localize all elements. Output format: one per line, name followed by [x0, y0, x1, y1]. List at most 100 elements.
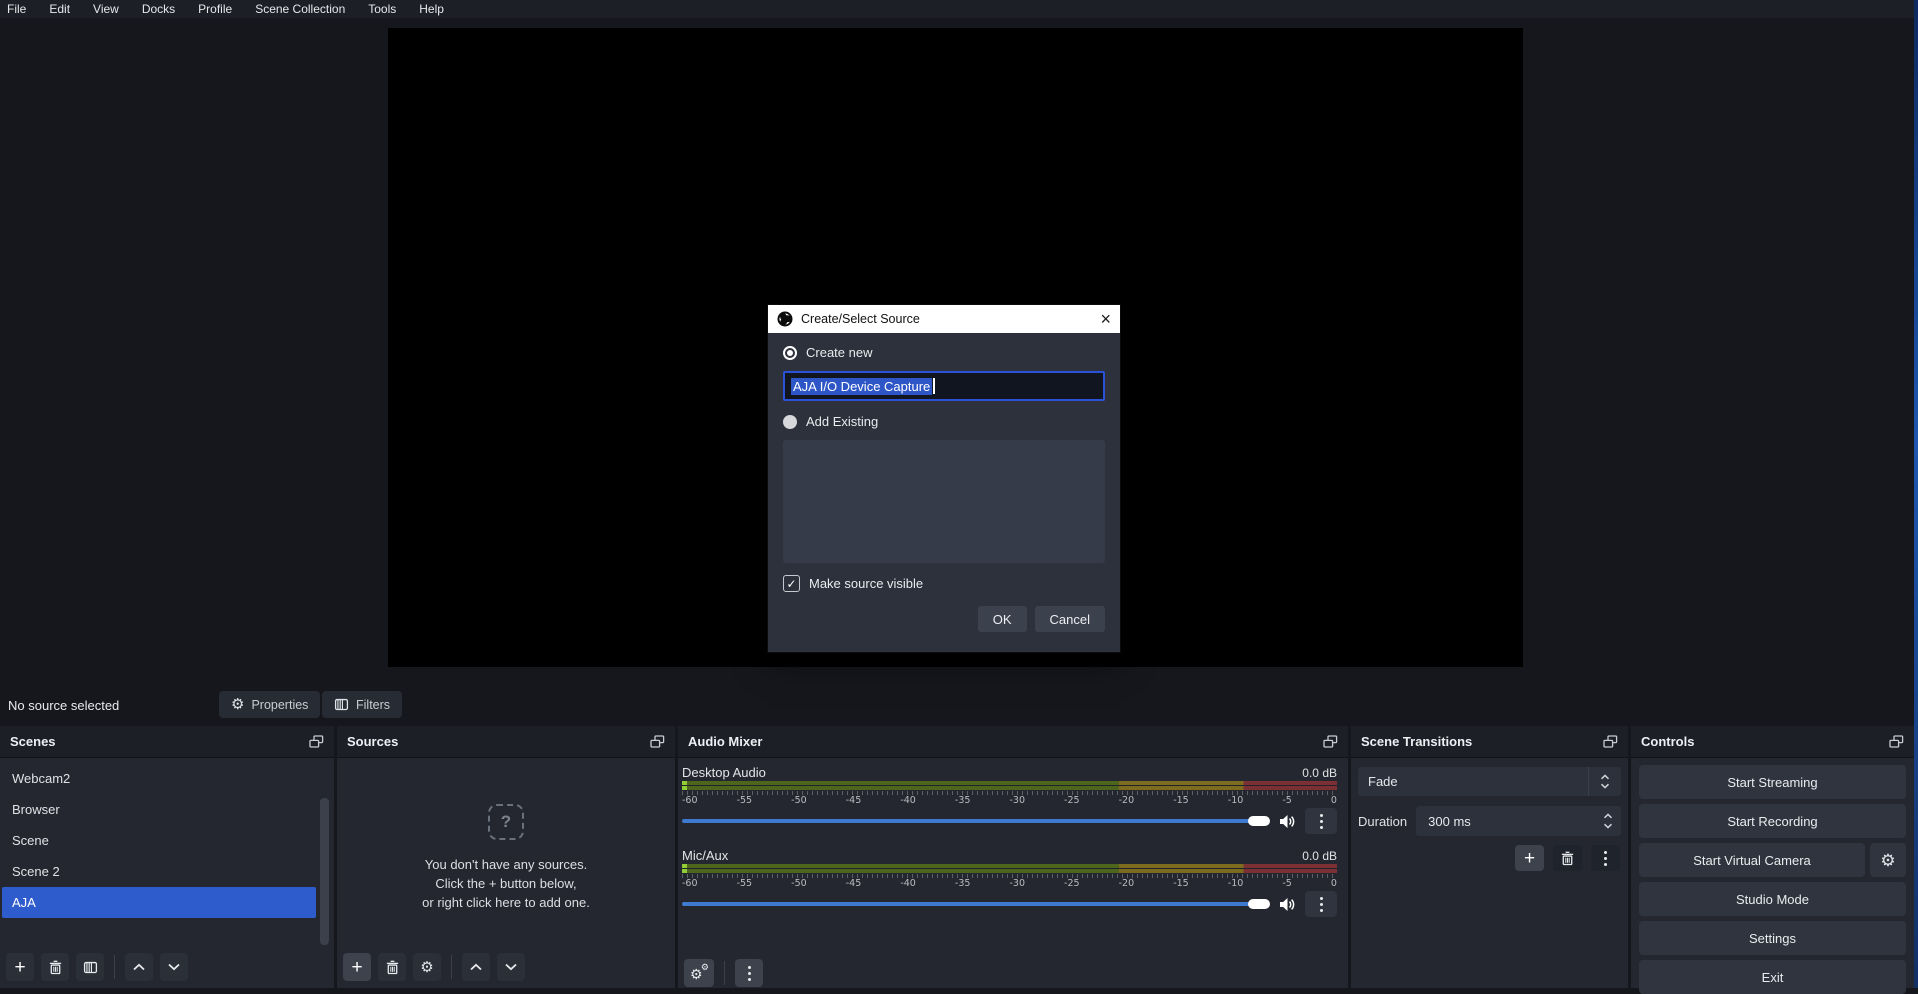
scene-filters-button[interactable]: [76, 953, 104, 981]
menu-file[interactable]: File: [7, 2, 26, 16]
studio-mode-button[interactable]: Studio Mode: [1639, 882, 1906, 916]
volume-slider-handle[interactable]: [1248, 816, 1270, 826]
transition-select[interactable]: Fade: [1358, 767, 1621, 796]
popout-icon[interactable]: [1889, 735, 1904, 749]
speaker-icon[interactable]: [1279, 814, 1296, 829]
volume-meter: [682, 786, 1337, 790]
controls-body: Start Streaming Start Recording Start Vi…: [1631, 758, 1914, 987]
dialog-body: Create new AJA I/O Device Capture Add Ex…: [768, 333, 1120, 632]
menu-tools[interactable]: Tools: [368, 2, 396, 16]
audio-mixer-title: Audio Mixer: [688, 734, 762, 749]
filter-icon: [334, 697, 349, 712]
tick-label: -10: [1228, 795, 1244, 806]
radio-unselected-icon[interactable]: [783, 415, 797, 429]
scene-item[interactable]: Browser: [2, 794, 316, 825]
move-source-up-button[interactable]: [462, 953, 490, 981]
add-existing-radio-row[interactable]: Add Existing: [783, 414, 1105, 429]
source-name-input[interactable]: AJA I/O Device Capture: [783, 371, 1105, 401]
start-virtual-camera-button[interactable]: Start Virtual Camera: [1639, 843, 1865, 877]
add-scene-button[interactable]: +: [6, 953, 34, 981]
sources-header: Sources: [337, 726, 675, 758]
scene-item[interactable]: Scene: [2, 825, 316, 856]
filter-icon: [83, 960, 98, 975]
tick-label: -25: [1064, 878, 1080, 889]
move-scene-down-button[interactable]: [160, 953, 188, 981]
move-source-down-button[interactable]: [497, 953, 525, 981]
make-source-visible-row[interactable]: ✓ Make source visible: [783, 575, 1105, 592]
tick-label: -25: [1064, 795, 1080, 806]
tick-label: -10: [1228, 878, 1244, 889]
toolbar-divider: [451, 955, 452, 979]
channel-menu-button[interactable]: [1305, 891, 1337, 917]
channel-menu-button[interactable]: [1305, 808, 1337, 834]
settings-button[interactable]: Settings: [1639, 921, 1906, 955]
speaker-icon[interactable]: [1279, 897, 1296, 912]
virtual-camera-settings-button[interactable]: ⚙: [1870, 843, 1906, 877]
properties-button[interactable]: ⚙ Properties: [219, 691, 320, 718]
cancel-button[interactable]: Cancel: [1035, 606, 1105, 632]
remove-transition-button[interactable]: [1553, 845, 1582, 871]
menu-bar: File Edit View Docks Profile Scene Colle…: [0, 0, 1918, 18]
remove-scene-button[interactable]: [41, 953, 69, 981]
ok-button[interactable]: OK: [978, 606, 1027, 632]
popout-icon[interactable]: [650, 735, 665, 749]
checkbox-checked-icon[interactable]: ✓: [783, 575, 800, 592]
close-icon[interactable]: ×: [1100, 310, 1111, 328]
volume-slider[interactable]: [682, 808, 1270, 834]
duration-spinbox[interactable]: 300 ms: [1416, 806, 1621, 836]
volume-slider-handle[interactable]: [1248, 899, 1270, 909]
popout-icon[interactable]: [1603, 735, 1618, 749]
menu-docks[interactable]: Docks: [142, 2, 175, 16]
volume-slider[interactable]: [682, 891, 1270, 917]
radio-selected-icon[interactable]: [783, 346, 797, 360]
filters-button[interactable]: Filters: [322, 691, 402, 718]
obs-logo-icon: [777, 311, 793, 327]
scenes-title: Scenes: [10, 734, 56, 749]
menu-profile[interactable]: Profile: [198, 2, 232, 16]
tick-label: -50: [791, 878, 807, 889]
tick-label: -35: [955, 878, 971, 889]
menu-scene-collection[interactable]: Scene Collection: [255, 2, 345, 16]
existing-sources-listbox[interactable]: [783, 440, 1105, 563]
sources-body[interactable]: ? You don't have any sources. Click the …: [337, 758, 675, 987]
chevron-up-icon: [469, 963, 483, 971]
popout-icon[interactable]: [309, 735, 324, 749]
menu-help[interactable]: Help: [419, 2, 444, 16]
advanced-audio-button[interactable]: ⚙⚙: [684, 959, 714, 987]
channel-level: 0.0 dB: [1302, 766, 1337, 780]
move-scene-up-button[interactable]: [125, 953, 153, 981]
controls-title: Controls: [1641, 734, 1694, 749]
spin-chevrons[interactable]: [1603, 813, 1613, 829]
sources-toolbar: + ⚙: [337, 947, 675, 987]
transition-menu-button[interactable]: [1591, 845, 1620, 871]
menu-view[interactable]: View: [93, 2, 119, 16]
create-select-source-dialog: Create/Select Source × Create new AJA I/…: [768, 305, 1120, 652]
scene-item[interactable]: Webcam2: [2, 763, 316, 794]
create-new-radio-row[interactable]: Create new: [783, 345, 1105, 360]
gear-icon: ⚙: [231, 697, 244, 712]
remove-source-button[interactable]: [378, 953, 406, 981]
double-gear-icon: ⚙⚙: [690, 965, 708, 981]
add-source-button[interactable]: +: [343, 953, 371, 981]
mixer-menu-button[interactable]: [735, 959, 763, 987]
scenes-scrollbar[interactable]: [320, 798, 329, 945]
exit-button[interactable]: Exit: [1639, 960, 1906, 994]
dialog-buttons: OK Cancel: [783, 606, 1105, 632]
start-recording-button[interactable]: Start Recording: [1639, 804, 1906, 838]
menu-edit[interactable]: Edit: [49, 2, 70, 16]
scene-item-selected[interactable]: AJA: [2, 887, 316, 918]
dialog-titlebar: Create/Select Source ×: [768, 305, 1120, 333]
popout-icon[interactable]: [1323, 735, 1338, 749]
start-streaming-button[interactable]: Start Streaming: [1639, 765, 1906, 799]
plus-icon: +: [14, 959, 25, 976]
add-transition-button[interactable]: +: [1515, 845, 1544, 871]
source-properties-button[interactable]: ⚙: [413, 953, 441, 981]
tick-label: -40: [900, 878, 916, 889]
tick-label: -15: [1173, 878, 1189, 889]
scene-item[interactable]: Scene 2: [2, 856, 316, 887]
tick-label: 0: [1331, 795, 1337, 806]
channel-name: Desktop Audio: [682, 765, 766, 780]
chevron-down-icon: [167, 963, 181, 971]
meter-tick-labels: -60-55-50-45-40-35-30-25-20-15-10-50: [682, 878, 1337, 889]
filters-label: Filters: [356, 698, 390, 712]
